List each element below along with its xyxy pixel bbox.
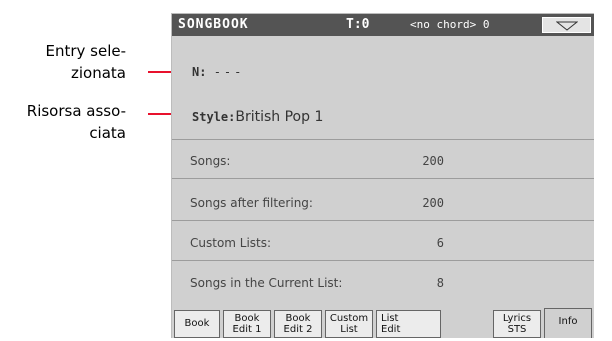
triangle-down-icon — [556, 21, 578, 31]
tab-label: Info — [558, 316, 578, 327]
info-value-songs-in-current-list: 8 — [436, 276, 444, 290]
entry-value: --- — [213, 65, 245, 79]
tab-label: Book — [184, 318, 210, 329]
tab-book-edit-2[interactable]: Book Edit 2 — [274, 310, 322, 338]
info-label-custom-lists: Custom Lists: — [190, 236, 272, 250]
divider — [172, 139, 594, 140]
tab-info[interactable]: Info — [544, 308, 592, 338]
info-value-songs: 200 — [422, 154, 444, 168]
tab-lyrics-sts[interactable]: Lyrics STS — [493, 310, 541, 338]
divider — [172, 178, 594, 179]
entry-label: N: — [192, 65, 207, 79]
info-label-songs-after-filtering: Songs after filtering: — [190, 196, 313, 210]
info-value-custom-lists: 6 — [436, 236, 444, 250]
divider — [172, 260, 594, 261]
tab-label: Book — [234, 313, 260, 324]
page-menu-button[interactable] — [542, 17, 591, 33]
chord-readout: <no chord> 0 — [410, 18, 490, 31]
style-value: British Pop 1 — [235, 109, 324, 125]
tab-label: Book — [285, 313, 311, 324]
callout-associated-resource: Risorsa asso- ciata — [26, 102, 126, 142]
tab-label: Custom — [329, 313, 369, 324]
info-label-songs: Songs: — [190, 154, 231, 168]
info-value-songs-after-filtering: 200 — [422, 196, 444, 210]
info-label-songs-in-current-list: Songs in the Current List: — [190, 276, 343, 290]
tab-label: Edit — [381, 324, 401, 335]
tab-label: STS — [507, 324, 527, 335]
entry-field[interactable]: N: --- — [192, 65, 244, 79]
tab-label: List — [381, 313, 399, 324]
tab-label: Edit 1 — [232, 324, 262, 335]
style-field[interactable]: Style:British Pop 1 — [192, 106, 323, 125]
divider — [172, 220, 594, 221]
callout-selected-entry: Entry sele- zionata — [45, 42, 126, 82]
tab-custom-list[interactable]: Custom List — [325, 310, 373, 338]
style-label: Style: — [192, 110, 236, 124]
tab-list-edit[interactable]: List Edit — [376, 310, 441, 338]
tab-label: Edit 2 — [283, 324, 313, 335]
songbook-screen: SONGBOOK T:0 <no chord> 0 N: --- Style:B… — [171, 13, 594, 338]
tempo-readout: T:0 — [346, 17, 370, 32]
tab-book[interactable]: Book — [174, 310, 220, 338]
tab-label: List — [340, 324, 358, 335]
tab-label: Lyrics — [502, 313, 532, 324]
tab-book-edit-1[interactable]: Book Edit 1 — [223, 310, 271, 338]
title-bar: SONGBOOK T:0 <no chord> 0 — [172, 14, 594, 36]
page-title: SONGBOOK — [178, 17, 249, 32]
